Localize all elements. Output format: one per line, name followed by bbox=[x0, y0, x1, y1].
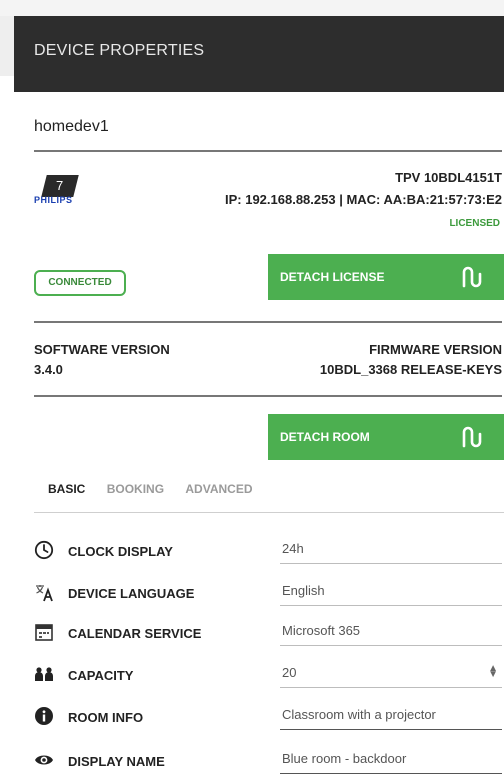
display-name-row: DISPLAY NAME Blue room - backdoor bbox=[34, 748, 504, 778]
connection-status-badge: CONNECTED bbox=[34, 270, 126, 296]
tab-basic[interactable]: BASIC bbox=[48, 482, 85, 496]
device-name: homedev1 bbox=[34, 118, 109, 135]
calendar-service-row: CALENDAR SERVICE Microsoft 365 bbox=[34, 620, 504, 650]
info-icon bbox=[35, 707, 53, 725]
unlink-icon bbox=[462, 426, 482, 448]
firmware-version-label: FIRMWARE VERSION bbox=[369, 342, 502, 357]
translate-icon bbox=[36, 585, 53, 602]
divider bbox=[34, 150, 502, 152]
tab-divider bbox=[34, 512, 504, 513]
detach-room-label: DETACH ROOM bbox=[280, 430, 370, 444]
device-language-label: DEVICE LANGUAGE bbox=[68, 586, 195, 601]
software-version-label: SOFTWARE VERSION bbox=[34, 342, 170, 357]
brand-name: PHILIPS bbox=[34, 195, 73, 205]
tab-bar: BASIC BOOKING ADVANCED bbox=[48, 482, 271, 496]
capacity-label: CAPACITY bbox=[68, 668, 134, 683]
divider bbox=[34, 395, 502, 397]
left-strip bbox=[0, 16, 14, 76]
capacity-value: 20 bbox=[282, 665, 297, 680]
capacity-input[interactable]: 20 ▲ ▼ bbox=[280, 660, 502, 688]
room-info-row: ROOM INFO Classroom with a projector bbox=[34, 704, 504, 734]
calendar-icon bbox=[35, 624, 53, 641]
capacity-row: CAPACITY 20 ▲ ▼ bbox=[34, 662, 504, 692]
software-version-value: 3.4.0 bbox=[34, 362, 63, 377]
room-info-label: ROOM INFO bbox=[68, 710, 144, 725]
device-ip-mac: IP: 192.168.88.253 | MAC: AA:BA:21:57:73… bbox=[225, 192, 502, 207]
clock-display-select[interactable]: 24h bbox=[280, 536, 502, 564]
calendar-service-select[interactable]: Microsoft 365 bbox=[280, 618, 502, 646]
detach-license-button[interactable]: DETACH LICENSE bbox=[268, 254, 504, 300]
number-spinner-icon[interactable]: ▲ ▼ bbox=[488, 664, 498, 680]
firmware-version-value: 10BDL_3368 RELEASE-KEYS bbox=[319, 362, 502, 377]
dialog-header: DEVICE PROPERTIES bbox=[14, 16, 504, 92]
clock-display-label: CLOCK DISPLAY bbox=[68, 544, 173, 559]
clock-display-row: CLOCK DISPLAY 24h bbox=[34, 538, 504, 568]
device-model: TPV 10BDL4151T bbox=[395, 170, 502, 185]
device-chip-icon: 7 bbox=[41, 175, 79, 197]
detach-license-label: DETACH LICENSE bbox=[280, 270, 385, 284]
clock-icon bbox=[34, 540, 54, 560]
license-status: LICENSED bbox=[449, 218, 500, 229]
display-name-label: DISPLAY NAME bbox=[68, 754, 165, 769]
brand-logo: 7 PHILIPS bbox=[34, 175, 96, 215]
device-language-row: DEVICE LANGUAGE English bbox=[34, 580, 504, 610]
device-language-select[interactable]: English bbox=[280, 578, 502, 606]
unlink-icon bbox=[462, 266, 482, 288]
dialog-title: DEVICE PROPERTIES bbox=[34, 42, 205, 59]
room-info-input[interactable]: Classroom with a projector bbox=[280, 702, 502, 730]
detach-room-button[interactable]: DETACH ROOM bbox=[268, 414, 504, 460]
tab-booking[interactable]: BOOKING bbox=[107, 482, 164, 496]
display-name-input[interactable]: Blue room - backdoor bbox=[280, 746, 502, 774]
divider bbox=[34, 321, 502, 323]
tab-advanced[interactable]: ADVANCED bbox=[185, 482, 252, 496]
people-icon bbox=[35, 667, 53, 681]
eye-icon bbox=[35, 755, 53, 765]
calendar-service-label: CALENDAR SERVICE bbox=[68, 626, 202, 641]
top-strip bbox=[0, 0, 504, 16]
